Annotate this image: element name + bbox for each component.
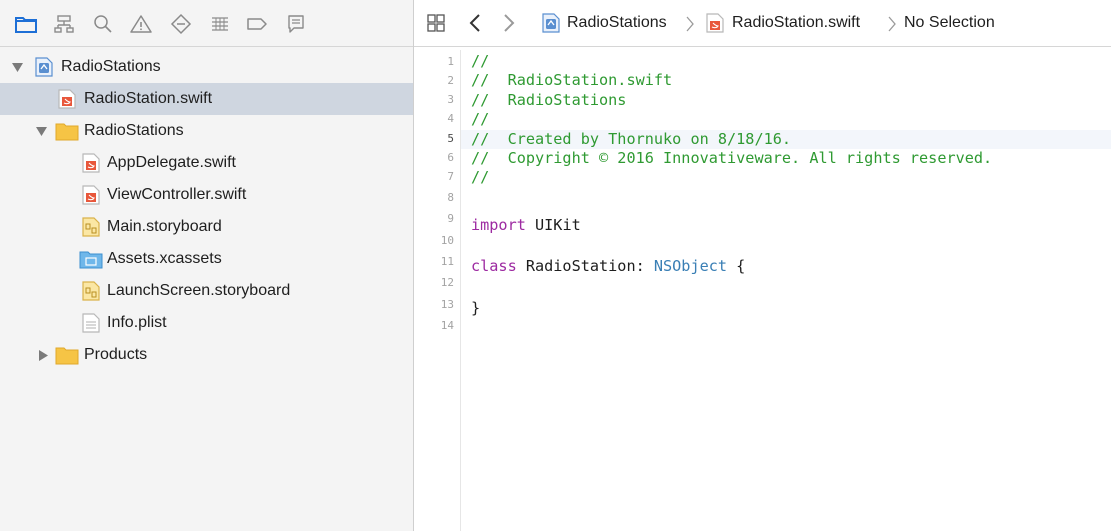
storyboard-file-icon — [82, 217, 100, 237]
jump-bar: RadioStations RadioStation.swift No Sele… — [414, 0, 1111, 47]
plist-file-icon — [82, 313, 100, 333]
code-line: // — [471, 52, 489, 70]
breakpoint-icon[interactable] — [245, 12, 269, 36]
disclosure-collapsed-icon[interactable] — [36, 348, 50, 362]
disclosure-expanded-icon[interactable] — [34, 124, 48, 138]
line-number: 8 — [447, 191, 454, 204]
code-token-comment: // — [471, 168, 490, 186]
tree-item-label: RadioStations — [61, 58, 161, 75]
tree-item-appdelegate-swift[interactable]: AppDelegate.swift — [0, 147, 413, 179]
swift-file-icon — [82, 153, 100, 173]
swift-file-icon — [58, 89, 76, 109]
tree-item-main-storyboard[interactable]: Main.storyboard — [0, 211, 413, 243]
tree-item-label: ViewController.swift — [107, 186, 247, 203]
tree-item-label: RadioStation.swift — [84, 90, 213, 107]
report-icon[interactable] — [284, 12, 308, 36]
jump-bar-project[interactable]: RadioStations — [567, 14, 667, 32]
jump-bar-file[interactable]: RadioStation.swift — [732, 14, 860, 32]
code-token-plain: RadioStation: — [516, 257, 654, 275]
code-token-comment: // Copyright © 2016 Innovativeware. All … — [471, 149, 993, 167]
line-number: 4 — [447, 112, 454, 125]
code-token-type: NSObject — [653, 257, 728, 275]
diamond-icon[interactable] — [169, 12, 193, 36]
hierarchy-icon[interactable] — [52, 12, 76, 36]
code-line: // RadioStations — [471, 91, 626, 109]
code-token-keyword: import — [471, 216, 526, 234]
code-token-plain: UIKit — [525, 216, 581, 234]
line-number: 13 — [440, 298, 454, 311]
navigator-toolbar — [0, 0, 413, 47]
back-chevron-icon[interactable] — [469, 13, 481, 38]
storyboard-file-icon — [82, 281, 100, 301]
code-line: // Created by Thornuko on 8/18/16. — [471, 130, 791, 148]
project-file-icon — [542, 13, 560, 38]
folder-icon[interactable] — [14, 12, 38, 36]
search-icon[interactable] — [91, 12, 115, 36]
code-line: // RadioStation.swift — [471, 71, 672, 89]
code-token-comment: // Created by Thornuko on 8/18/16. — [471, 130, 792, 148]
code-token-comment: // — [471, 52, 490, 70]
line-number: 1 — [447, 55, 454, 68]
forward-chevron-icon[interactable] — [503, 13, 515, 38]
tests-icon[interactable] — [208, 12, 232, 36]
folder-icon — [55, 121, 79, 141]
line-number-gutter: 1 2 3 4 5 6 7 8 9 10 11 12 13 14 — [414, 50, 461, 531]
tree-item-label: Assets.xcassets — [107, 250, 222, 267]
line-number: 7 — [447, 170, 454, 183]
swift-file-icon — [82, 185, 100, 205]
assets-folder-icon — [79, 249, 103, 269]
line-number: 5 — [447, 132, 454, 145]
disclosure-expanded-icon[interactable] — [10, 60, 24, 74]
tree-item-label: Info.plist — [107, 314, 167, 331]
warning-icon[interactable] — [129, 12, 153, 36]
line-number: 12 — [440, 276, 454, 289]
tree-item-assets-xcassets[interactable]: Assets.xcassets — [0, 243, 413, 275]
project-file-icon — [35, 57, 53, 77]
code-token-comment: // — [471, 110, 490, 128]
line-number: 11 — [440, 255, 454, 268]
line-number: 3 — [447, 93, 454, 106]
code-line: // — [471, 168, 489, 186]
line-number: 9 — [447, 212, 454, 225]
swift-file-icon — [706, 13, 724, 38]
line-number: 14 — [440, 319, 454, 332]
tree-item-launchscreen-storyboard[interactable]: LaunchScreen.storyboard — [0, 275, 413, 307]
jump-bar-selection[interactable]: No Selection — [904, 14, 995, 32]
tree-item-label: Products — [84, 346, 148, 363]
tree-item-label: LaunchScreen.storyboard — [107, 282, 291, 299]
related-items-grid-icon[interactable] — [426, 13, 446, 38]
tree-item-radiostation-swift[interactable]: RadioStation.swift — [0, 83, 413, 115]
line-number: 2 — [447, 74, 454, 87]
line-number: 6 — [447, 151, 454, 164]
tree-item-label: AppDelegate.swift — [107, 154, 236, 171]
chevron-right-icon — [686, 16, 694, 37]
source-editor[interactable]: // // RadioStation.swift // RadioStation… — [461, 50, 1111, 531]
folder-icon — [55, 345, 79, 365]
code-token-keyword: class — [471, 257, 517, 275]
code-token-plain: } — [471, 299, 481, 317]
code-line: import UIKit — [471, 216, 581, 234]
tree-item-info-plist[interactable]: Info.plist — [0, 307, 413, 339]
code-line: } — [471, 299, 480, 317]
tree-item-label: Main.storyboard — [107, 218, 222, 235]
code-line: // — [471, 110, 489, 128]
tree-item-label: RadioStations — [84, 122, 184, 139]
code-line: class RadioStation: NSObject { — [471, 257, 745, 275]
line-number: 10 — [440, 234, 454, 247]
tree-item-viewcontroller-swift[interactable]: ViewController.swift — [0, 179, 413, 211]
tree-item-radiostations-folder[interactable]: RadioStations — [0, 115, 413, 147]
tree-item-products-folder[interactable]: Products — [0, 339, 413, 371]
code-token-plain: { — [727, 257, 746, 275]
project-navigator: RadioStations RadioStation.swift RadioSt… — [0, 0, 414, 531]
chevron-right-icon — [888, 16, 896, 37]
code-token-comment: // RadioStations — [471, 91, 627, 109]
code-token-comment: // RadioStation.swift — [471, 71, 673, 89]
code-line: // Copyright © 2016 Innovativeware. All … — [471, 149, 992, 167]
tree-item-project[interactable]: RadioStations — [0, 51, 413, 83]
